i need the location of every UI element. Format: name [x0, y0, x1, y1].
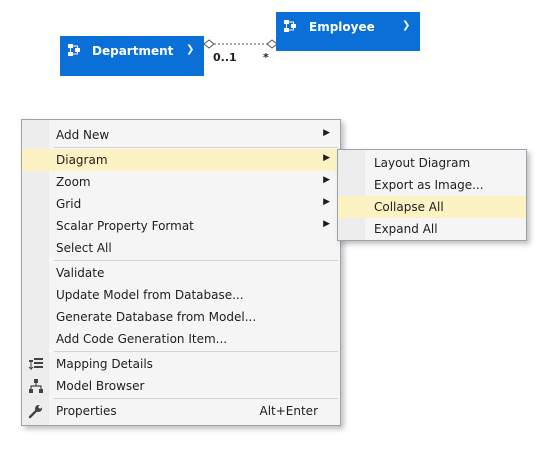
menu-separator [54, 260, 338, 261]
menu-item-label: Expand All [374, 222, 438, 236]
menu-item-generate-database[interactable]: Generate Database from Model... [22, 306, 340, 328]
menu-item-label: Export as Image... [374, 178, 484, 192]
menu-item-label: Add New [56, 128, 110, 142]
menu-item-label: Grid [56, 197, 82, 211]
menu-separator [54, 351, 338, 352]
diagram-submenu: Layout Diagram Export as Image... Collap… [337, 149, 527, 241]
submenu-arrow-icon: ▶ [323, 175, 330, 185]
menu-item-add-new[interactable]: Add New ▶ [22, 124, 340, 146]
menu-item-label: Properties [56, 404, 117, 418]
menu-item-label: Validate [56, 266, 105, 280]
menu-item-model-browser[interactable]: Model Browser [22, 375, 340, 397]
entity-department[interactable]: Department ❯ [60, 36, 204, 76]
model-browser-icon [29, 379, 43, 393]
menu-separator [54, 147, 338, 148]
menu-item-properties[interactable]: Properties Alt+Enter [22, 400, 340, 422]
entity-title: Employee [309, 20, 375, 34]
entity-title: Department [92, 44, 174, 58]
mapping-details-icon [28, 358, 43, 371]
menu-item-label: Model Browser [56, 379, 145, 393]
menu-item-grid[interactable]: Grid ▶ [22, 193, 340, 215]
menu-item-scalar-property-format[interactable]: Scalar Property Format ▶ [22, 215, 340, 237]
menu-item-label: Layout Diagram [374, 156, 471, 170]
menu-item-label: Diagram [56, 153, 108, 167]
menu-item-layout-diagram[interactable]: Layout Diagram [338, 152, 526, 174]
menu-item-add-code-generation[interactable]: Add Code Generation Item... [22, 328, 340, 350]
menu-item-label: Mapping Details [56, 357, 153, 371]
submenu-arrow-icon: ▶ [323, 153, 330, 163]
menu-item-label: Update Model from Database... [56, 288, 244, 302]
menu-item-shortcut: Alt+Enter [259, 404, 318, 418]
menu-item-validate[interactable]: Validate [22, 262, 340, 284]
chevron-down-icon[interactable]: ❯ [186, 44, 194, 55]
menu-item-select-all[interactable]: Select All [22, 237, 340, 259]
menu-item-label: Generate Database from Model... [56, 310, 257, 324]
chevron-down-icon[interactable]: ❯ [402, 20, 410, 31]
menu-item-expand-all[interactable]: Expand All [338, 218, 526, 240]
wrench-icon [28, 405, 42, 419]
entity-icon [284, 20, 296, 32]
menu-separator [54, 398, 338, 399]
menu-item-label: Zoom [56, 175, 91, 189]
menu-item-mapping-details[interactable]: Mapping Details [22, 353, 340, 375]
employee-multiplicity: * [263, 51, 269, 64]
menu-item-label: Add Code Generation Item... [56, 332, 228, 346]
department-multiplicity: 0..1 [213, 51, 237, 64]
submenu-arrow-icon: ▶ [323, 197, 330, 207]
submenu-arrow-icon: ▶ [323, 128, 330, 138]
menu-item-zoom[interactable]: Zoom ▶ [22, 171, 340, 193]
menu-item-label: Select All [56, 241, 112, 255]
menu-item-collapse-all[interactable]: Collapse All [338, 196, 526, 218]
menu-item-label: Scalar Property Format [56, 219, 194, 233]
menu-item-update-model[interactable]: Update Model from Database... [22, 284, 340, 306]
entity-employee[interactable]: Employee ❯ [276, 12, 420, 51]
menu-item-label: Collapse All [374, 200, 444, 214]
menu-item-diagram[interactable]: Diagram ▶ [22, 149, 340, 171]
entity-icon [68, 44, 80, 56]
submenu-arrow-icon: ▶ [323, 219, 330, 229]
menu-item-export-as-image[interactable]: Export as Image... [338, 174, 526, 196]
context-menu: Add New ▶ Diagram ▶ Zoom ▶ Grid ▶ Scalar… [21, 119, 341, 426]
